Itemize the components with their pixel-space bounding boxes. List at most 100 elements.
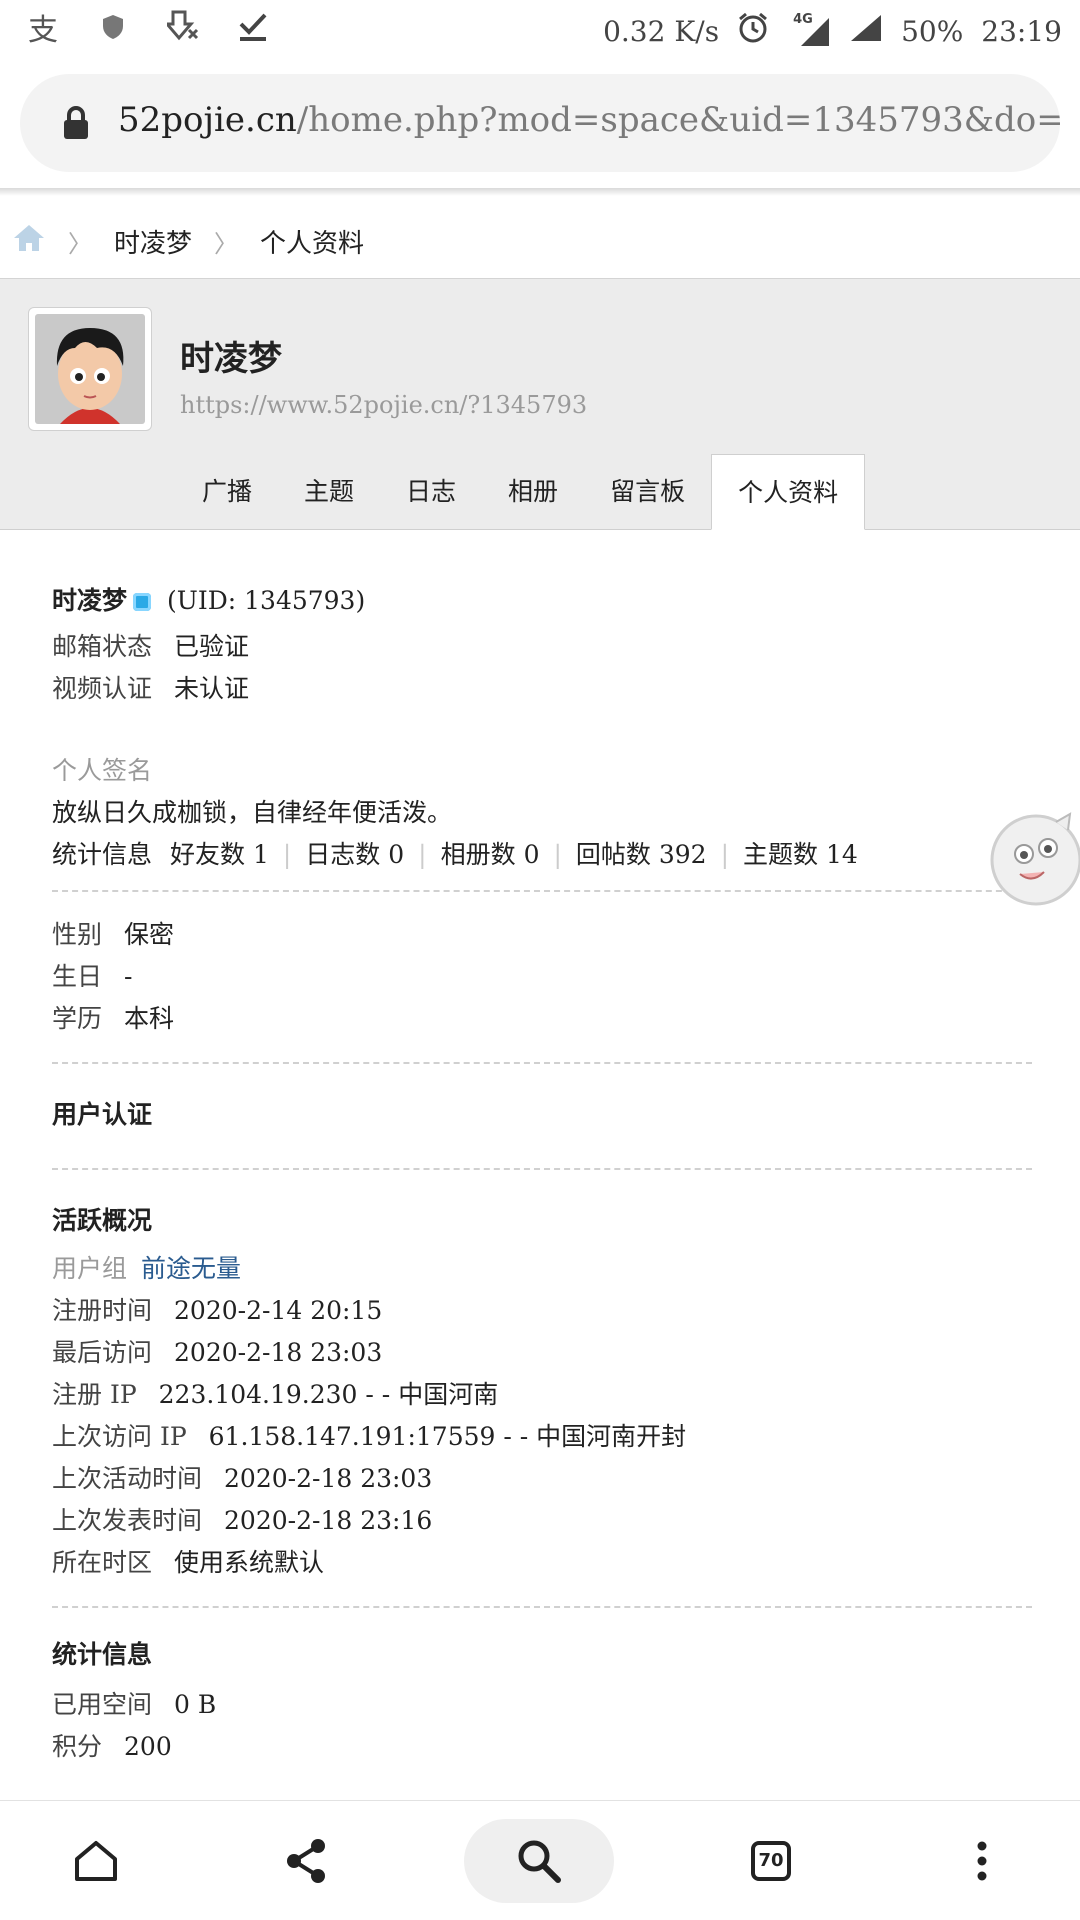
section-title-auth: 用户认证 xyxy=(52,1100,153,1129)
stat-replies[interactable]: 回帖数 392 xyxy=(576,840,707,869)
education-row: 学历 本科 xyxy=(52,998,1032,1040)
tab-broadcast[interactable]: 广播 xyxy=(176,454,278,530)
activity-value: 223.104.19.230 - - 中国河南 xyxy=(158,1380,499,1409)
activity-value: 2020-2-14 20:15 xyxy=(174,1296,383,1325)
avatar[interactable] xyxy=(28,307,152,431)
activity-value: 2020-2-18 23:03 xyxy=(174,1338,383,1367)
activity-label: 上次访问 IP xyxy=(52,1422,187,1451)
floating-mascot-icon[interactable] xyxy=(984,808,1080,908)
clock: 23:19 xyxy=(981,15,1062,48)
profile-url[interactable]: https://www.52pojie.cn/?1345793 xyxy=(180,391,587,419)
activity-value: 使用系统默认 xyxy=(174,1548,325,1577)
stat-friends[interactable]: 好友数 1 xyxy=(170,840,269,869)
url-host: 52pojie.cn xyxy=(118,100,297,140)
tab-blog[interactable]: 日志 xyxy=(380,454,482,530)
share-icon xyxy=(287,1839,325,1883)
vip-badge-icon xyxy=(133,593,152,611)
home-icon[interactable] xyxy=(12,223,46,260)
divider xyxy=(52,1062,1032,1064)
email-status-label: 邮箱状态 xyxy=(52,632,153,661)
divider xyxy=(52,1168,1032,1170)
gender-value: 保密 xyxy=(124,920,175,949)
section-title-statistics: 统计信息 xyxy=(52,1640,153,1669)
activity-row: 所在时区 使用系统默认 xyxy=(52,1542,1032,1584)
breadcrumb: 〉 时凌梦 〉 个人资料 xyxy=(12,218,364,264)
stat-separator: | xyxy=(553,840,562,869)
alarm-icon xyxy=(737,12,769,51)
activity-value: 2020-2-18 23:03 xyxy=(224,1464,433,1493)
statistics-value: 200 xyxy=(124,1732,172,1761)
statistics-value: 0 B xyxy=(174,1690,217,1719)
address-bar[interactable]: 52pojie.cn/home.php?mod=space&uid=134579… xyxy=(20,74,1060,172)
birthday-label: 生日 xyxy=(52,962,103,991)
stats-label: 统计信息 xyxy=(52,840,153,869)
statistics-label: 已用空间 xyxy=(52,1690,153,1719)
statistics-row: 积分 200 xyxy=(52,1726,1032,1768)
user-uid: (UID: 1345793) xyxy=(167,586,366,615)
stats-row: 统计信息 好友数 1 | 日志数 0 | 相册数 0 | 回帖数 392 | 主题数 14 xyxy=(52,834,1032,876)
user-group-label: 用户组 xyxy=(52,1254,128,1283)
activity-row: 上次访问 IP 61.158.147.191:17559 - - 中国河南开封 xyxy=(52,1416,1032,1458)
birthday-value: - xyxy=(124,962,133,991)
user-title-row: 时凌梦 (UID: 1345793) xyxy=(52,580,1032,622)
search-icon xyxy=(518,1840,561,1883)
activity-row: 注册 IP 223.104.19.230 - - 中国河南 xyxy=(52,1374,1032,1416)
signal-icon xyxy=(849,13,883,50)
toolbar-shadow xyxy=(0,188,1080,196)
activity-label: 上次发表时间 xyxy=(52,1506,203,1535)
share-button[interactable] xyxy=(272,1827,340,1895)
breadcrumb-separator: 〉 xyxy=(214,229,239,258)
statistics-label: 积分 xyxy=(52,1732,103,1761)
divider xyxy=(52,890,1032,892)
stat-separator: | xyxy=(720,840,730,869)
user-name: 时凌梦 xyxy=(52,586,128,615)
download-icon xyxy=(166,8,200,46)
tab-guestbook[interactable]: 留言板 xyxy=(584,454,711,530)
stat-threads[interactable]: 主题数 14 xyxy=(743,840,858,869)
tabs-button[interactable]: 70 xyxy=(737,1827,805,1895)
gender-label: 性别 xyxy=(52,920,103,949)
profile-name: 时凌梦 xyxy=(180,339,282,379)
profile-content: 时凌梦 (UID: 1345793) 邮箱状态 已验证 视频认证 未认证 个人签名 放… xyxy=(52,580,1032,1768)
activity-row: 注册时间 2020-2-14 20:15 xyxy=(52,1290,1032,1332)
signal-4g-icon: 4G xyxy=(787,12,831,48)
activity-label: 注册时间 xyxy=(52,1296,153,1325)
activity-row: 上次活动时间 2020-2-18 23:03 xyxy=(52,1458,1032,1500)
video-auth-value: 未认证 xyxy=(174,674,250,703)
section-title-activity: 活跃概况 xyxy=(52,1206,153,1235)
tab-album[interactable]: 相册 xyxy=(482,454,584,530)
breadcrumb-separator: 〉 xyxy=(68,229,92,258)
home-icon xyxy=(75,1841,117,1881)
stat-separator: | xyxy=(418,840,427,869)
activity-label: 注册 IP xyxy=(52,1380,137,1409)
battery-level: 50% xyxy=(901,15,964,48)
net-speed: 0.32 K/s xyxy=(603,15,720,48)
menu-button[interactable] xyxy=(948,1827,1016,1895)
shield-icon xyxy=(96,8,130,46)
gender-row: 性别 保密 xyxy=(52,914,1032,956)
alipay-icon: 支 xyxy=(28,13,58,48)
email-status-row: 邮箱状态 已验证 xyxy=(52,626,1032,668)
tab-count-badge: 70 xyxy=(751,1841,791,1881)
user-group-link[interactable]: 前途无量 xyxy=(141,1254,241,1283)
breadcrumb-profile[interactable]: 个人资料 xyxy=(260,223,364,260)
tab-threads[interactable]: 主题 xyxy=(278,454,380,530)
search-button[interactable] xyxy=(505,1827,573,1895)
birthday-row: 生日 - xyxy=(52,956,1032,998)
education-label: 学历 xyxy=(52,1004,103,1033)
divider xyxy=(52,1606,1032,1608)
tab-profile[interactable]: 个人资料 xyxy=(711,454,866,530)
profile-header: 时凌梦 https://www.52pojie.cn/?1345793 广播 主… xyxy=(0,278,1080,530)
video-auth-row: 视频认证 未认证 xyxy=(52,668,1032,710)
signature-label-row: 个人签名 xyxy=(52,750,1032,792)
home-button[interactable] xyxy=(62,1827,130,1895)
activity-label: 最后访问 xyxy=(52,1338,153,1367)
url-text[interactable]: 52pojie.cn/home.php?mod=space&uid=134579… xyxy=(118,100,1060,140)
stat-albums[interactable]: 相册数 0 xyxy=(441,840,540,869)
bottom-nav: 70 xyxy=(0,1800,1080,1920)
email-status-value: 已验证 xyxy=(174,632,250,661)
stat-blogs[interactable]: 日志数 0 xyxy=(305,840,404,869)
breadcrumb-user[interactable]: 时凌梦 xyxy=(114,223,192,260)
lock-icon xyxy=(64,106,88,139)
url-path: /home.php?mod=space&uid=1345793&do=pro xyxy=(296,100,1060,140)
